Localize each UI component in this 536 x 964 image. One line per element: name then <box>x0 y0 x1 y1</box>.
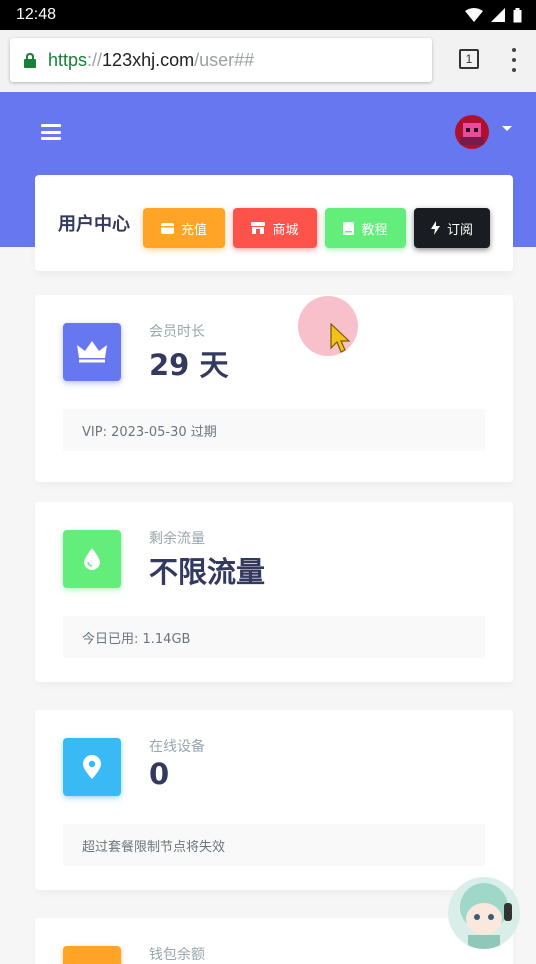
address-bar[interactable]: https://123xhj.com/user## <box>10 38 432 82</box>
url-host: 123xhj.com <box>102 49 195 70</box>
devices-card: 在线设备 0 超过套餐限制节点将失效 <box>35 710 513 890</box>
lock-icon <box>24 52 36 68</box>
cursor-icon <box>330 323 350 353</box>
subscribe-button-label: 订阅 <box>446 222 473 238</box>
membership-card: 会员时长 29 天 VIP: 2023-05-30 过期 <box>35 295 513 482</box>
recharge-button[interactable]: 充值 <box>143 208 225 248</box>
membership-label: 会员时长 <box>149 324 205 340</box>
browser-menu-icon[interactable] <box>511 48 517 72</box>
devices-note: 超过套餐限制节点将失效 <box>63 824 485 866</box>
wallet-label: 钱包余额 <box>149 947 205 963</box>
page-content: 用户中心 充值 商城 教程 订阅 会员时长 29 天 VIP: 2023-05-… <box>0 92 536 964</box>
devices-icon-box <box>63 738 121 796</box>
status-bar: 12:48 <box>0 0 536 30</box>
membership-expiry: VIP: 2023-05-30 过期 <box>63 409 485 451</box>
subscribe-button[interactable]: 订阅 <box>414 208 490 248</box>
bolt-icon <box>430 221 440 235</box>
membership-icon-box <box>63 323 121 381</box>
droplet-icon <box>84 548 100 570</box>
wallet-card: 钱包余额 <box>35 918 513 964</box>
user-dropdown-caret-icon[interactable] <box>502 126 512 131</box>
avatar[interactable] <box>455 115 489 149</box>
wallet-icon-box <box>63 946 121 964</box>
traffic-card: 剩余流量 不限流量 今日已用: 1.14GB <box>35 502 513 682</box>
status-time: 12:48 <box>16 6 57 23</box>
url-scheme: https <box>48 49 88 70</box>
book-icon <box>343 221 355 235</box>
wifi-icon <box>465 8 483 22</box>
shop-button-label: 商城 <box>272 222 299 238</box>
section-header: 用户中心 充值 商城 教程 订阅 <box>35 175 513 271</box>
membership-value: 29 天 <box>149 348 229 382</box>
store-icon <box>251 222 266 234</box>
crown-icon <box>77 341 107 363</box>
traffic-today-used: 今日已用: 1.14GB <box>63 616 485 658</box>
page-title: 用户中心 <box>58 214 130 235</box>
signal-icon <box>491 8 505 22</box>
tab-switcher-button[interactable]: 1 <box>459 49 479 69</box>
status-icons <box>465 7 522 23</box>
map-marker-icon <box>83 755 101 779</box>
wallet-icon <box>160 222 174 234</box>
traffic-value: 不限流量 <box>149 555 266 589</box>
mascot-widget[interactable] <box>448 877 520 949</box>
battery-icon <box>513 7 522 22</box>
devices-value: 0 <box>149 757 170 791</box>
url-path: /user## <box>194 49 255 70</box>
url-separator: :// <box>87 49 103 70</box>
tutorial-button-label: 教程 <box>361 222 388 238</box>
browser-toolbar: https://123xhj.com/user## 1 <box>0 30 536 92</box>
hamburger-menu-icon[interactable] <box>41 124 61 140</box>
traffic-label: 剩余流量 <box>149 531 205 547</box>
tutorial-button[interactable]: 教程 <box>325 208 406 248</box>
devices-label: 在线设备 <box>149 739 205 755</box>
recharge-button-label: 充值 <box>180 222 207 238</box>
traffic-icon-box <box>63 530 121 588</box>
shop-button[interactable]: 商城 <box>233 208 317 248</box>
